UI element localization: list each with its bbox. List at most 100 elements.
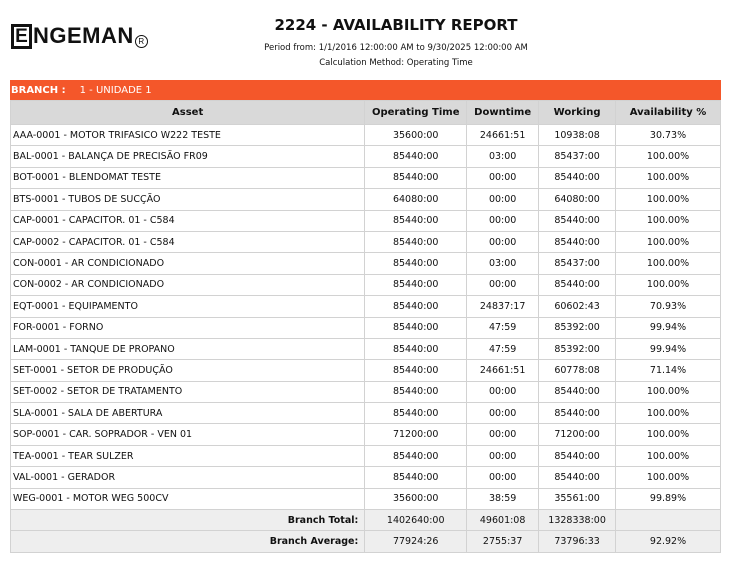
downtime-cell: 47:59 — [466, 316, 540, 339]
total-operating-time: 1402640:00 — [364, 509, 468, 532]
availability-cell: 100.00% — [615, 145, 721, 168]
table-row: TEA-0001 - TEAR SULZER 85440:00 00:00 85440… — [9, 444, 721, 468]
operating-time-cell: 85440:00 — [364, 316, 468, 339]
table-row: VAL-0001 - GERADOR 85440:00 00:00 85440:00 1… — [9, 466, 721, 489]
working-cell: 85437:00 — [538, 145, 617, 168]
working-cell: 60778:08 — [538, 359, 617, 382]
working-cell: 85440:00 — [538, 166, 617, 190]
availability-cell: 100.00% — [615, 444, 721, 468]
col-header-operating-time: Operating Time — [364, 100, 468, 125]
col-header-asset: Asset — [9, 100, 366, 125]
table-row: WEG-0001 - MOTOR WEG 500CV 35600:00 38:59 3… — [9, 487, 721, 511]
total-label: Branch Total: — [9, 509, 366, 532]
asset-cell: BOT-0001 - BLENDOMAT TESTE — [9, 166, 366, 190]
availability-cell: 100.00% — [615, 188, 721, 211]
downtime-cell: 00:00 — [466, 402, 540, 425]
total-downtime: 2755:37 — [466, 530, 540, 553]
asset-cell: AAA-0001 - MOTOR TRIFASICO W222 TESTE — [9, 123, 366, 147]
asset-cell: SET-0001 - SETOR DE PRODUÇÃO — [9, 359, 366, 382]
asset-cell: CAP-0001 - CAPACITOR. 01 - C584 — [9, 209, 366, 232]
availability-cell: 100.00% — [615, 166, 721, 190]
total-downtime: 49601:08 — [466, 509, 540, 532]
downtime-cell: 00:00 — [466, 466, 540, 489]
working-cell: 85440:00 — [538, 380, 617, 404]
operating-time-cell: 85440:00 — [364, 273, 468, 297]
table-row: BTS-0001 - TUBOS DE SUCÇÃO 64080:00 00:00 6… — [9, 188, 721, 211]
working-cell: 85440:00 — [538, 230, 617, 254]
working-cell: 35561:00 — [538, 487, 617, 511]
table-row: EQT-0001 - EQUIPAMENTO 85440:00 24837:17 60… — [9, 295, 721, 318]
total-working: 73796:33 — [538, 530, 617, 553]
col-header-downtime: Downtime — [466, 100, 540, 125]
asset-cell: SLA-0001 - SALA DE ABERTURA — [9, 402, 366, 425]
asset-cell: CON-0001 - AR CONDICIONADO — [9, 252, 366, 275]
downtime-cell: 24661:51 — [466, 359, 540, 382]
table-row: LAM-0001 - TANQUE DE PROPANO 85440:00 47:5… — [9, 337, 721, 361]
working-cell: 85440:00 — [538, 402, 617, 425]
availability-cell: 99.94% — [615, 316, 721, 339]
availability-cell: 100.00% — [615, 466, 721, 489]
asset-cell: VAL-0001 - GERADOR — [9, 466, 366, 489]
asset-cell: WEG-0001 - MOTOR WEG 500CV — [9, 487, 366, 511]
availability-cell: 30.73% — [615, 123, 721, 147]
working-cell: 60602:43 — [538, 295, 617, 318]
downtime-cell: 00:00 — [466, 423, 540, 446]
availability-cell: 70.93% — [615, 295, 721, 318]
asset-cell: FOR-0001 - FORNO — [9, 316, 366, 339]
operating-time-cell: 85440:00 — [364, 380, 468, 404]
table-row: CON-0002 - AR CONDICIONADO 85440:00 00:00 8… — [9, 273, 721, 297]
asset-cell: BAL-0001 - BALANÇA DE PRECISÃO FR09 — [9, 145, 366, 168]
operating-time-cell: 85440:00 — [364, 337, 468, 361]
operating-time-cell: 85440:00 — [364, 166, 468, 190]
table-row: CAP-0002 - CAPACITOR. 01 - C584 85440:00 0… — [9, 230, 721, 254]
operating-time-cell: 85440:00 — [364, 145, 468, 168]
operating-time-cell: 85440:00 — [364, 209, 468, 232]
calculation-method: Calculation Method: Operating Time — [319, 58, 473, 68]
report-title: 2224 - AVAILABILITY REPORT — [274, 16, 518, 34]
table-row: FOR-0001 - FORNO 85440:00 47:59 85392:00 99.… — [9, 316, 721, 339]
availability-cell: 100.00% — [615, 273, 721, 297]
asset-cell: CON-0002 - AR CONDICIONADO — [9, 273, 366, 297]
operating-time-cell: 85440:00 — [364, 402, 468, 425]
branch-label: BRANCH : — [11, 84, 66, 96]
working-cell: 71200:00 — [538, 423, 617, 446]
availability-cell: 99.89% — [615, 487, 721, 511]
asset-cell: SET-0002 - SETOR DE TRATAMENTO — [9, 380, 366, 404]
availability-table: Asset Operating Time Downtime Working Av… — [9, 100, 721, 553]
working-cell: 85392:00 — [538, 337, 617, 361]
availability-cell: 100.00% — [615, 209, 721, 232]
operating-time-cell: 71200:00 — [364, 423, 468, 446]
working-cell: 85440:00 — [538, 444, 617, 468]
availability-cell: 100.00% — [615, 230, 721, 254]
branch-bar: BRANCH : 1 - UNIDADE 1 — [10, 80, 721, 100]
operating-time-cell: 85440:00 — [364, 252, 468, 275]
table-row: BAL-0001 - BALANÇA DE PRECISÃO FR09 85440… — [9, 145, 721, 168]
operating-time-cell: 85440:00 — [364, 295, 468, 318]
table-header-row: Asset Operating Time Downtime Working Av… — [9, 100, 721, 125]
total-availability: 92.92% — [615, 530, 721, 553]
col-header-working: Working — [538, 100, 617, 125]
operating-time-cell: 85440:00 — [364, 444, 468, 468]
working-cell: 85440:00 — [538, 466, 617, 489]
working-cell: 85440:00 — [538, 209, 617, 232]
working-cell: 85440:00 — [538, 273, 617, 297]
total-working: 1328338:00 — [538, 509, 617, 532]
downtime-cell: 00:00 — [466, 273, 540, 297]
operating-time-cell: 85440:00 — [364, 466, 468, 489]
table-row: CON-0001 - AR CONDICIONADO 85440:00 03:00 8… — [9, 252, 721, 275]
asset-cell: LAM-0001 - TANQUE DE PROPANO — [9, 337, 366, 361]
table-row: SOP-0001 - CAR. SOPRADOR - VEN 01 71200:0… — [9, 423, 721, 446]
downtime-cell: 47:59 — [466, 337, 540, 361]
total-operating-time: 77924:26 — [364, 530, 468, 553]
operating-time-cell: 64080:00 — [364, 188, 468, 211]
branch-total-row: Branch Total: 1402640:00 49601:08 1328338:0… — [9, 509, 721, 532]
availability-cell: 100.00% — [615, 380, 721, 404]
working-cell: 64080:00 — [538, 188, 617, 211]
working-cell: 85437:00 — [538, 252, 617, 275]
asset-cell: CAP-0002 - CAPACITOR. 01 - C584 — [9, 230, 366, 254]
table-row: CAP-0001 - CAPACITOR. 01 - C584 85440:00 0… — [9, 209, 721, 232]
table-row: SET-0002 - SETOR DE TRATAMENTO 85440:00 00… — [9, 380, 721, 404]
asset-cell: TEA-0001 - TEAR SULZER — [9, 444, 366, 468]
downtime-cell: 24837:17 — [466, 295, 540, 318]
downtime-cell: 00:00 — [466, 188, 540, 211]
